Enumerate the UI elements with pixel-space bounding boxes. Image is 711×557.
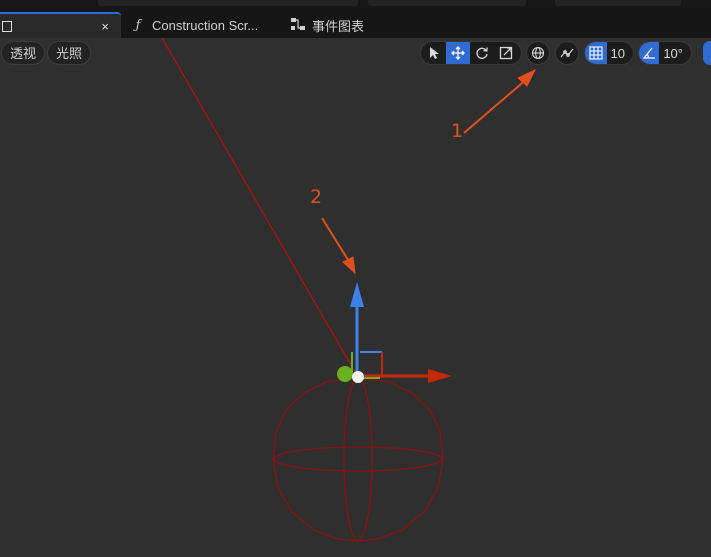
grid-snap-value: 10 — [610, 45, 625, 61]
world-globe-icon[interactable] — [526, 41, 550, 65]
transform-gizmo[interactable] — [337, 282, 452, 383]
transform-mode-group — [420, 41, 522, 65]
rotation-snap-group[interactable]: 10° — [638, 41, 692, 65]
scene-overlay — [161, 37, 537, 542]
scale-icon[interactable] — [494, 42, 518, 64]
surface-snap-icon[interactable] — [555, 41, 579, 65]
translate-icon[interactable] — [446, 42, 470, 64]
annotation-arrow-1 — [463, 68, 537, 134]
z-axis-arrow[interactable] — [350, 282, 364, 307]
x-axis-arrow[interactable] — [428, 369, 452, 383]
select-cursor-icon[interactable] — [422, 42, 446, 64]
wireframe-sphere — [272, 377, 444, 542]
annotation-label-2: 2 — [310, 186, 323, 208]
rotation-snap-value: 10° — [663, 45, 683, 61]
direction-line — [161, 37, 356, 373]
angle-icon[interactable] — [639, 42, 660, 64]
grid-icon[interactable] — [585, 42, 607, 64]
camera-speed-button[interactable] — [703, 41, 711, 65]
pivot-handle[interactable] — [352, 371, 364, 383]
perspective-button[interactable]: 透视 — [1, 41, 46, 65]
y-axis-handle[interactable] — [337, 366, 353, 382]
lighting-button[interactable]: 光照 — [47, 41, 92, 65]
grid-snap-group[interactable]: 10 — [584, 41, 634, 65]
rotate-icon[interactable] — [470, 42, 494, 64]
annotation-arrow-2 — [321, 217, 356, 275]
annotation-label-1: 1 — [451, 120, 464, 142]
